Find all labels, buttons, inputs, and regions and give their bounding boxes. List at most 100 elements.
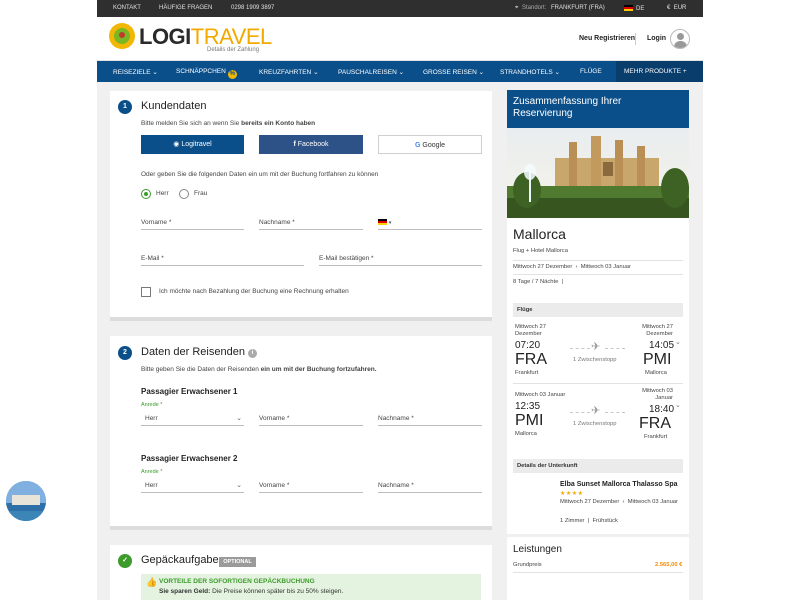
step-number-1: 1: [118, 100, 132, 114]
logitravel-logo-icon[interactable]: [109, 23, 135, 49]
chevron-down-icon: ⌄: [236, 415, 242, 422]
trip-duration: 8 Tage / 7 Nächte |: [513, 279, 564, 285]
user-avatar-icon[interactable]: [670, 29, 690, 49]
chevron-right-icon: ›: [575, 264, 578, 270]
phone-number[interactable]: 0298 1909 3897: [231, 5, 274, 11]
login-link[interactable]: Login: [647, 35, 666, 42]
mallorca-cathedral-image: [507, 128, 689, 218]
hotel-date-to: Mittwoch 03 Januar: [627, 499, 678, 505]
select-value: Herr: [145, 482, 158, 489]
currency-selector[interactable]: € EUR: [667, 5, 686, 11]
phone-field[interactable]: ▾: [378, 216, 482, 230]
hotel-board: Frühstück: [592, 518, 618, 524]
invoice-checkbox[interactable]: [141, 287, 151, 297]
flight-2-arr-city: Frankfurt: [644, 434, 668, 440]
chevron-down-icon[interactable]: ⌄: [675, 401, 681, 409]
customer-data-title: Kundendaten: [141, 100, 207, 112]
google-login-button[interactable]: G Google: [378, 135, 482, 154]
passenger-2-title: Passagier Erwachsener 2: [141, 454, 238, 463]
route-line: [605, 412, 625, 413]
radio-herr-label: Herr: [156, 190, 169, 197]
chevron-down-icon: ⌄: [554, 69, 560, 76]
email-confirm-field[interactable]: E-Mail bestätigen *: [319, 252, 482, 266]
facebook-login-button[interactable]: f Facebook: [259, 135, 363, 154]
button-label: Facebook: [297, 141, 329, 148]
flight-2-dep-date: Mittwoch 03 Januar: [515, 392, 566, 398]
divider: [513, 383, 683, 384]
flight-2-arr-date: Mittwoch 03 Januar: [642, 388, 673, 401]
nav-item-kreuzfahrten[interactable]: KREUZFAHRTEN ⌄: [259, 68, 319, 76]
flight-2-dep-code: PMI: [515, 412, 544, 429]
logo-text-part2: TRAVEL: [190, 24, 272, 49]
faq-link[interactable]: HÄUFIGE FRAGEN: [159, 5, 212, 11]
login-hint: Bitte melden Sie sich an wenn Sie bereit…: [141, 120, 315, 127]
logitravel-login-button[interactable]: ◉ Logitravel: [141, 135, 244, 154]
nav-item-fluege[interactable]: FLÜGE: [580, 68, 602, 75]
flight-2-arr-code: FRA: [639, 415, 671, 432]
first-name-field[interactable]: Vorname *: [141, 216, 244, 230]
passenger-2-first-name[interactable]: Vorname *: [259, 479, 363, 493]
radio-frau-label: Frau: [194, 190, 208, 197]
hotel-image: [6, 481, 46, 521]
header-divider: [635, 33, 636, 45]
travelers-title-text: Daten der Reisenden: [141, 346, 245, 358]
promo-title: VORTEILE DER SOFORTIGEN GEPÄCKBUCHUNG: [159, 578, 315, 585]
last-name-field[interactable]: Nachname *: [259, 216, 363, 230]
accommodation-section-header: Details der Unterkunft: [513, 459, 683, 473]
travelers-hint-bold: ein um mit der Buchung fortzufahren.: [260, 366, 377, 373]
login-hint-text: Bitte melden Sie sich an wenn Sie: [141, 120, 242, 127]
date-from: Mittwoch 27 Dezember: [513, 264, 573, 270]
reservation-summary: Zusammenfassung Ihrer Reservierung Mallo…: [507, 90, 689, 534]
flight-1-stops: 1 Zwischenstopp: [573, 357, 617, 363]
plus-icon: +: [682, 68, 687, 75]
promo-bold: Sie sparen Geld:: [159, 588, 211, 595]
flight-1-arr-date: Mittwoch 27 Dezember: [642, 324, 673, 337]
travel-dates: Mittwoch 27 Dezember › Mittwoch 03 Janua…: [513, 264, 631, 270]
flight-1-dep-city: Frankfurt: [515, 370, 539, 376]
nav-label: STRANDHOTELS: [500, 69, 553, 76]
hotel-dates: Mittwoch 27 Dezember › Mittwoch 03 Janua…: [560, 499, 678, 505]
nav-item-pauschalreisen[interactable]: PAUSCHALREISEN ⌄: [338, 68, 404, 76]
language-selector[interactable]: DE: [624, 5, 644, 12]
chevron-right-icon: ›: [622, 499, 625, 505]
logo-text-part1: LOGI: [139, 24, 191, 49]
travelers-title: Daten der Reisenden i: [141, 346, 257, 358]
passenger-1-last-name[interactable]: Nachname *: [378, 412, 482, 426]
passenger-2-last-name[interactable]: Nachname *: [378, 479, 482, 493]
chevron-down-icon[interactable]: ⌄: [675, 338, 681, 346]
radio-herr[interactable]: [141, 189, 151, 199]
base-price-label: Grundpreis: [513, 562, 542, 568]
divider: [513, 572, 683, 573]
nav-item-reiseziele[interactable]: REISEZIELE ⌄: [113, 68, 158, 76]
location-selector[interactable]: FRANKFURT (FRA): [551, 5, 605, 11]
nav-item-mehr-produkte[interactable]: MEHR PRODUKTE +: [624, 68, 687, 75]
logitravel-logo-icon: ◉: [173, 141, 180, 148]
package-type: Flug + Hotel Mallorca: [513, 248, 568, 254]
nav-label: PAUSCHALREISEN: [338, 69, 397, 76]
nav-item-schnaeppchen[interactable]: SCHNÄPPCHEN%: [176, 68, 237, 79]
flight-1-dep-date: Mittwoch 27 Dezember: [515, 324, 546, 337]
nav-item-grosse-reisen[interactable]: GROSSE REISEN ⌄: [423, 68, 484, 76]
flight-2-stops: 1 Zwischenstopp: [573, 421, 617, 427]
hotel-stars: ★★★★: [560, 491, 584, 497]
flights-section-header: Flüge: [513, 303, 683, 317]
radio-frau[interactable]: [179, 189, 189, 199]
register-link[interactable]: Neu Registrieren: [579, 35, 635, 42]
route-line: [605, 348, 625, 349]
baggage-promo-box: 👍 VORTEILE DER SOFORTIGEN GEPÄCKBUCHUNG …: [141, 574, 481, 600]
nav-label: SCHNÄPPCHEN: [176, 68, 226, 75]
nav-item-strandhotels[interactable]: STRANDHOTELS ⌄: [500, 68, 560, 76]
flight-2-dep-city: Mallorca: [515, 431, 537, 437]
passenger-1-first-name[interactable]: Vorname *: [259, 412, 363, 426]
chevron-down-icon: ⌄: [478, 69, 485, 76]
contact-link[interactable]: KONTAKT: [113, 5, 141, 11]
location-label: Standort:: [522, 5, 547, 11]
site-header: LOGITRAVEL Details der Zahlung Neu Regis…: [97, 17, 703, 61]
passenger-1-salutation-select[interactable]: Herr ⌄: [141, 412, 244, 426]
services-title: Leistungen: [513, 544, 562, 555]
info-icon[interactable]: i: [247, 349, 257, 358]
chevron-down-icon: ⌄: [313, 69, 319, 76]
passenger-2-salutation-select[interactable]: Herr ⌄: [141, 479, 244, 493]
email-field[interactable]: E-Mail *: [141, 252, 304, 266]
button-label: Logitravel: [181, 141, 212, 148]
